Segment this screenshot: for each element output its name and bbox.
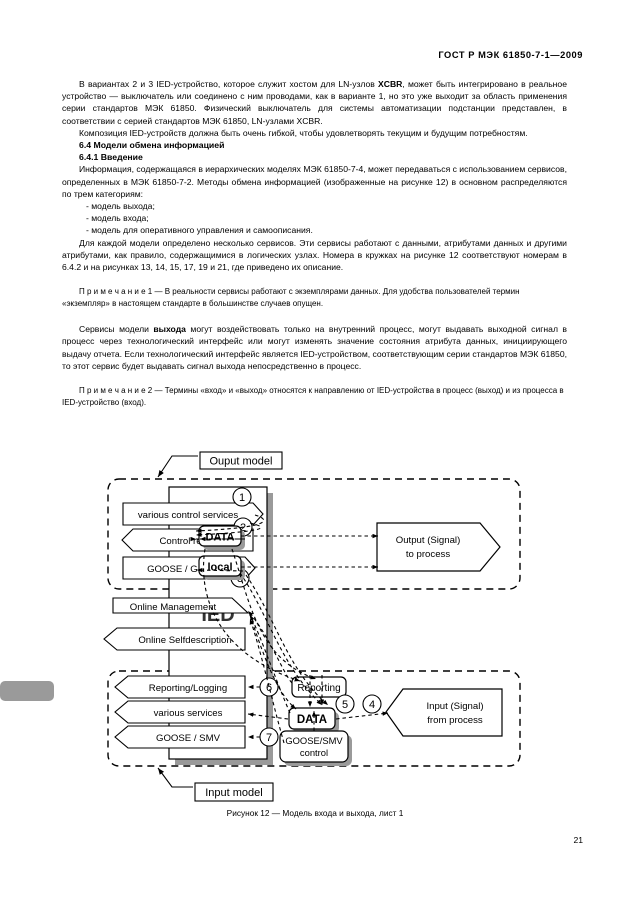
service-label: various control services <box>138 510 238 521</box>
paragraph-variants-lead: В вариантах 2 и 3 IED-устройство, которо… <box>79 79 379 89</box>
process-output-line1: Output (Signal) <box>396 535 461 546</box>
service-label: Online Selfdescription <box>138 635 231 646</box>
block-label: Reporting <box>297 683 340 694</box>
list-item-input-model: - модель входа; <box>86 213 149 224</box>
note-2: П р и м е ч а н и е 2 — Термины «вход» и… <box>62 386 564 408</box>
list-item-output-model: - модель выхода; <box>86 201 155 212</box>
block-label-line2: control <box>300 747 328 758</box>
process-input-line2: from process <box>427 715 483 726</box>
note-1: П р и м е ч а н и е 1 — В реальности сер… <box>62 287 520 309</box>
paragraph-services: Для каждой модели определено несколько с… <box>62 237 567 273</box>
output-model-callout: Ouput model <box>157 451 283 478</box>
list-item-management-model: - модель для оперативного управления и с… <box>86 225 313 236</box>
process-output-arrow: Output (Signal) to process <box>376 522 501 572</box>
heading-6-4-1: 6.4.1 Введение <box>79 152 143 163</box>
figure-12-input-output-model: Ouput model IED various control services… <box>0 443 630 813</box>
ied-block-goose-smv-control: GOOSE/SMV control <box>279 730 352 766</box>
process-input-arrow: Input (Signal) from process <box>385 688 503 737</box>
process-input-line1: Input (Signal) <box>426 701 483 712</box>
service-various-services[interactable]: various services <box>114 700 246 724</box>
block-label: DATA <box>297 714 327 726</box>
service-label: GOOSE / SMV <box>156 733 221 744</box>
paragraph-variants: В вариантах 2 и 3 IED-устройство, которо… <box>62 78 567 127</box>
service-label: various services <box>154 708 223 719</box>
marker-circle-6: 6 <box>259 677 279 697</box>
input-model-label: Input model <box>205 787 262 799</box>
service-online-management[interactable]: Online Management <box>112 597 250 614</box>
service-goose-smv[interactable]: GOOSE / SMV <box>114 725 246 749</box>
marker-circle-5: 5 <box>335 694 355 714</box>
paragraph-composition: Композиция IED-устройств должна быть оче… <box>79 127 528 138</box>
term-xcbr: XCBR <box>378 79 403 89</box>
input-model-callout: Input model <box>157 767 274 802</box>
output-model-label: Ouput model <box>210 456 273 468</box>
marker-circle-1: 1 <box>232 487 252 507</box>
page-number: 21 <box>573 835 583 845</box>
process-output-line2: to process <box>406 549 450 560</box>
paragraph-output-services: Сервисы модели выхода могут воздействова… <box>62 323 567 372</box>
term-output: выхода <box>153 324 186 335</box>
block-label: local <box>207 562 232 574</box>
paragraph-information: Информация, содержащаяся в иерархических… <box>62 164 567 199</box>
figure-caption: Рисунок 12 — Модель входа и выхода, лист… <box>226 808 404 818</box>
service-label: Online Management <box>130 602 217 613</box>
marker-label: 1 <box>239 492 245 504</box>
paragraph-output-services-lead: Сервисы модели <box>79 324 154 335</box>
heading-6-4: 6.4 Модели обмена информацией <box>79 140 225 151</box>
marker-circle-7: 7 <box>259 727 279 747</box>
page-header-standard-title: ГОСТ Р МЭК 61850-7-1—2009 <box>438 50 583 60</box>
document-body: В вариантах 2 и 3 IED-устройство, которо… <box>62 78 567 417</box>
marker-label: 6 <box>266 682 272 694</box>
marker-label: 7 <box>266 732 272 744</box>
marker-label: 4 <box>369 699 375 711</box>
block-label-line1: GOOSE/SMV <box>285 735 343 746</box>
marker-label: 5 <box>342 699 348 711</box>
service-reporting-logging[interactable]: Reporting/Logging <box>114 675 246 699</box>
marker-circle-4: 4 <box>362 694 382 714</box>
service-label: Reporting/Logging <box>149 683 227 694</box>
